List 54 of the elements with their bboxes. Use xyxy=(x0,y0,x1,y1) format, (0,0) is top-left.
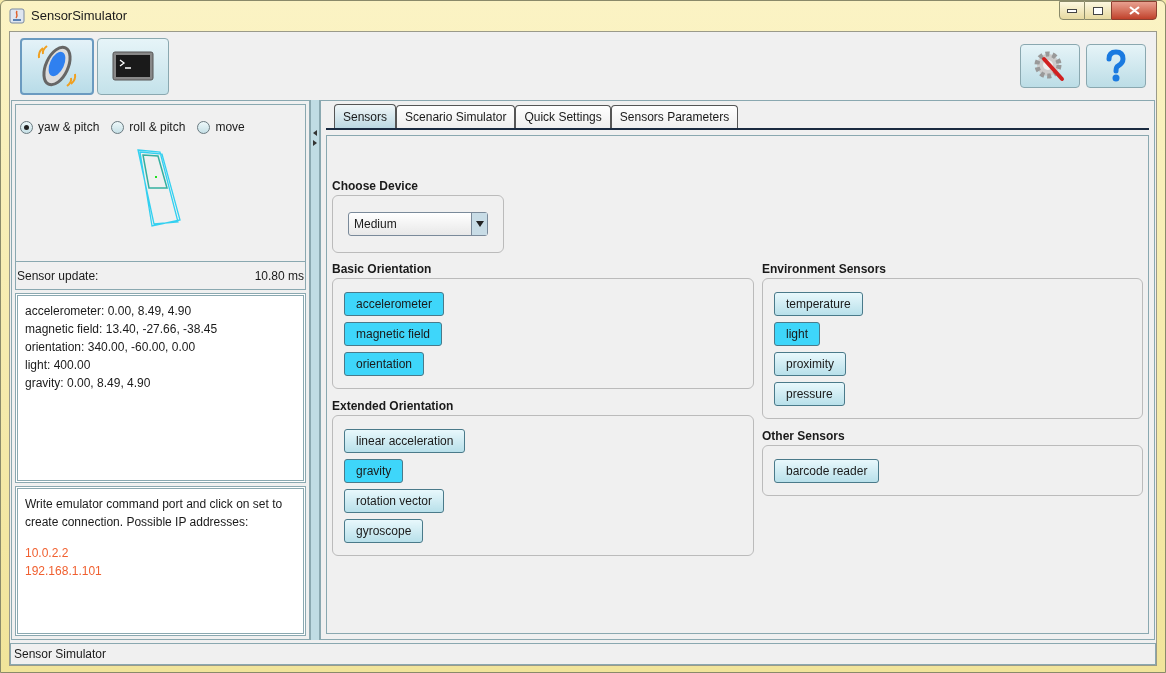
status-text: Sensor Simulator xyxy=(14,646,107,663)
sensor-reading: light: 400.00 xyxy=(25,357,92,373)
close-button[interactable] xyxy=(1111,1,1157,20)
dropdown-arrow-icon xyxy=(475,221,484,227)
section-title: Other Sensors xyxy=(762,428,845,445)
ip-address: 10.0.2.2 xyxy=(25,545,69,562)
expand-right-icon xyxy=(313,140,317,146)
sensor-toggle-button[interactable]: light xyxy=(774,322,820,346)
tab[interactable]: Quick Settings xyxy=(515,105,611,128)
sensor-update-value: 10.80 ms xyxy=(254,267,305,285)
sensor-toggle-button[interactable]: magnetic field xyxy=(344,322,443,346)
sensor-update-label: Sensor update: xyxy=(17,267,99,285)
tab[interactable]: Scenario Simulator xyxy=(396,105,516,128)
settings-button[interactable] xyxy=(1020,44,1080,88)
section-title: Environment Sensors xyxy=(762,261,887,278)
terminal-icon xyxy=(112,51,154,81)
sensor-toggle-button[interactable]: accelerometer xyxy=(344,292,445,316)
sensor-toggle-button[interactable]: rotation vector xyxy=(344,489,445,513)
sensor-toggle-button[interactable]: pressure xyxy=(774,382,845,406)
tab[interactable]: Sensors Parameters xyxy=(610,105,739,128)
sensor-reading: orientation: 340.00, -60.00, 0.00 xyxy=(25,339,197,355)
motion-button[interactable] xyxy=(20,37,94,95)
device-dropdown[interactable]: Medium xyxy=(348,212,488,236)
ip-address: 192.168.1.101 xyxy=(25,563,102,580)
maximize-button[interactable] xyxy=(1085,1,1111,20)
sensor-toggle-button[interactable]: barcode reader xyxy=(774,459,880,483)
sensor-toggle-button[interactable]: proximity xyxy=(774,352,846,376)
sensor-toggle-button[interactable]: linear acceleration xyxy=(344,429,466,453)
section-title: Choose Device xyxy=(332,178,420,195)
view-mode-radio[interactable]: roll & pitch xyxy=(111,118,186,136)
collapse-left-icon xyxy=(313,130,317,136)
maximize-icon xyxy=(1093,6,1103,15)
sensor-toggle-button[interactable]: gyroscope xyxy=(344,519,424,543)
sensor-reading: gravity: 0.00, 8.49, 4.90 xyxy=(25,375,152,391)
splitter-handle[interactable] xyxy=(310,100,320,640)
section-title: Extended Orientation xyxy=(332,398,454,415)
sensor-toggle-button[interactable]: temperature xyxy=(774,292,863,316)
help-icon xyxy=(1105,49,1127,83)
sensor-reading: accelerometer: 0.00, 8.49, 4.90 xyxy=(25,303,193,319)
view-mode-radio[interactable]: move xyxy=(197,118,245,136)
sensor-reading: magnetic field: 13.40, -27.66, -38.45 xyxy=(25,321,219,337)
sensor-toggle-button[interactable]: gravity xyxy=(344,459,404,483)
tab[interactable]: Sensors xyxy=(334,104,397,128)
view-mode-radio[interactable]: yaw & pitch xyxy=(20,118,100,136)
sensor-toggle-button[interactable]: orientation xyxy=(344,352,425,376)
terminal-button[interactable] xyxy=(97,37,169,95)
window-title: SensorSimulator xyxy=(31,7,128,26)
close-icon xyxy=(1128,6,1140,15)
minimize-icon xyxy=(1067,8,1077,13)
section-title: Basic Orientation xyxy=(332,261,432,278)
connection-instructions: Write emulator command port and click on set to create connection. Possible IP addresses: xyxy=(25,496,284,531)
app-icon xyxy=(9,8,25,24)
help-button[interactable] xyxy=(1086,44,1146,88)
minimize-button[interactable] xyxy=(1059,1,1085,20)
